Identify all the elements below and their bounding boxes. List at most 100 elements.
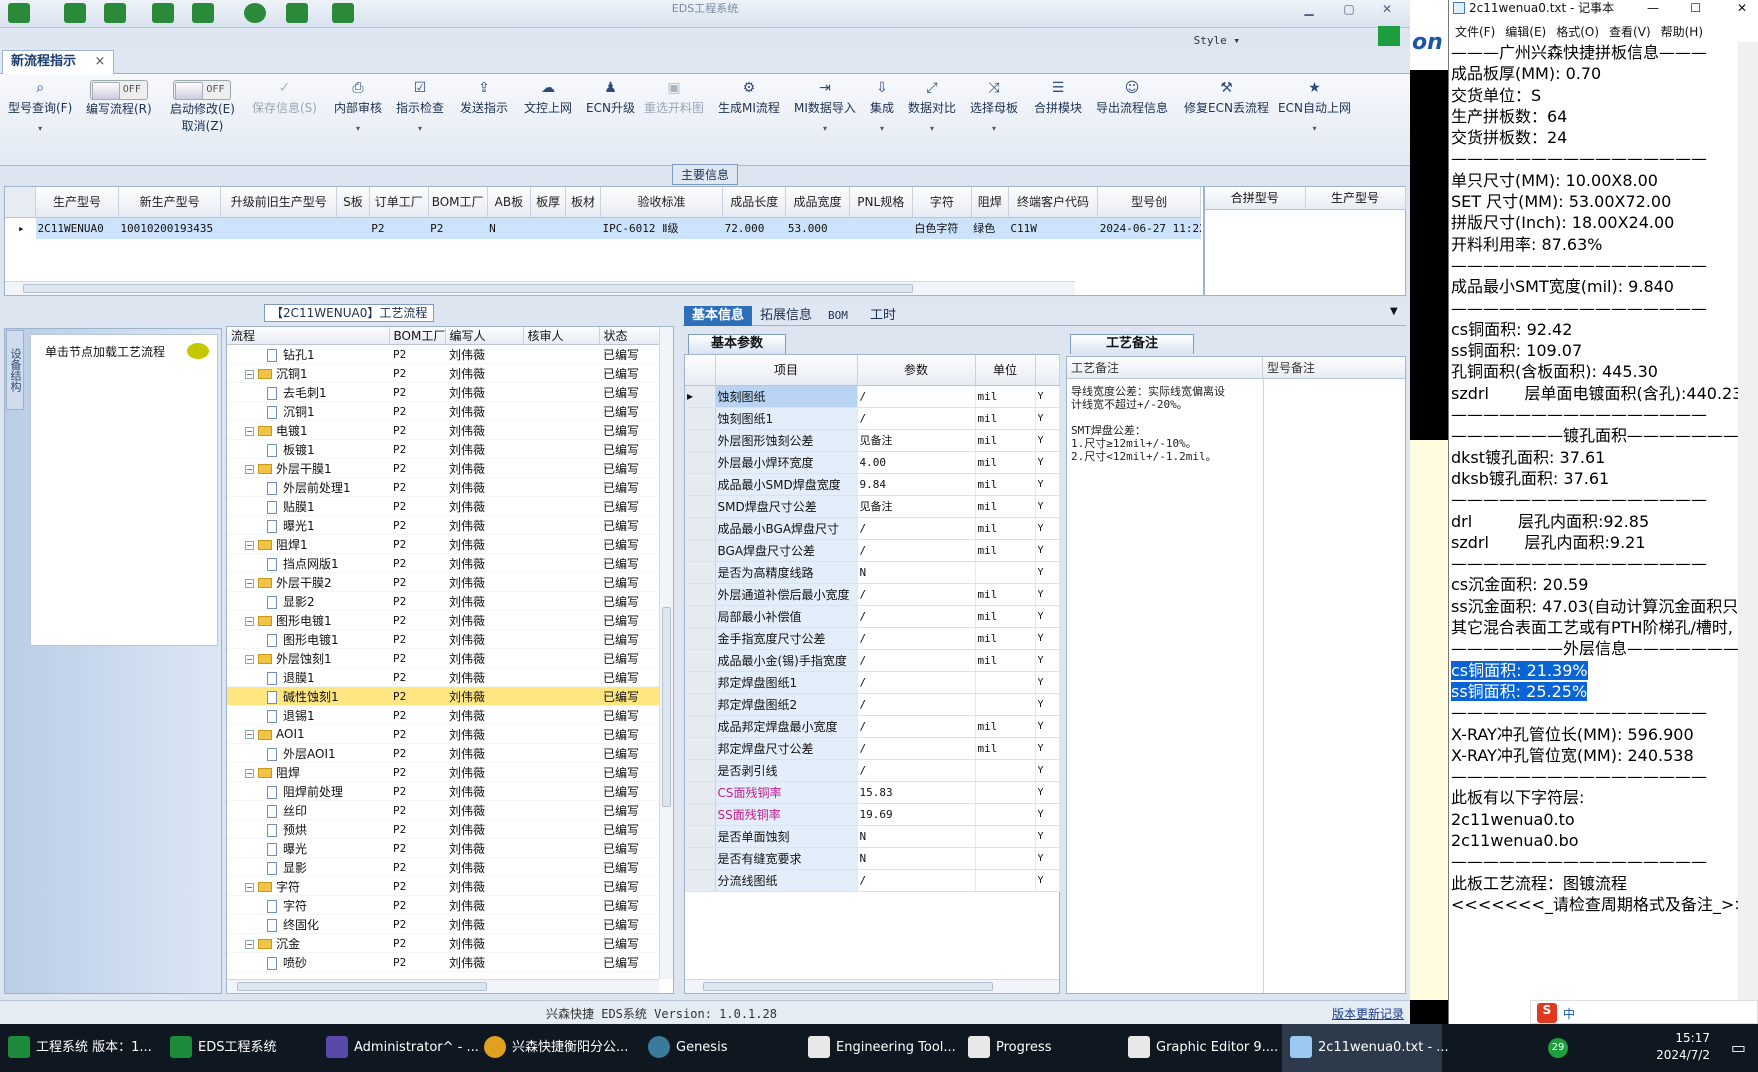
tree-node[interactable]: 去毛刺1 P2 刘伟薇 已编写 — [227, 382, 659, 402]
collapse-icon[interactable]: − — [245, 426, 254, 436]
version-history-link[interactable]: 版本更新记录 — [1332, 1005, 1404, 1022]
tab-basic-info[interactable]: 基本信息 — [684, 306, 753, 326]
param-value[interactable]: N — [857, 561, 976, 584]
param-value[interactable]: N — [857, 847, 976, 870]
param-row[interactable]: 成品邦定焊盘最小宽度 / mil Y — [685, 715, 1060, 738]
taskbar-item-notepad[interactable]: 2c11wenua0.txt - ... — [1282, 1024, 1449, 1072]
column-header[interactable]: 板厚 — [530, 187, 567, 218]
taskbar-item[interactable]: 工程系统 版本：1... — [0, 1024, 160, 1072]
tab-extended-info[interactable]: 拓展信息 — [752, 306, 820, 326]
params-hscroll[interactable] — [685, 979, 1059, 993]
close-button[interactable]: ✕ — [1378, 2, 1396, 16]
write-flow-toggle[interactable]: OFF 编写流程(R) — [86, 80, 152, 117]
param-value[interactable]: / — [857, 759, 976, 782]
ime-toolbar[interactable]: S 中 — [1530, 1000, 1758, 1024]
load-flow-box[interactable]: 单击节点加载工艺流程 — [30, 334, 218, 646]
param-value[interactable]: / — [857, 583, 976, 606]
column-header[interactable]: 成品宽度 — [785, 187, 850, 218]
taskbar-item[interactable]: Progress — [960, 1024, 1120, 1072]
param-row[interactable]: 外层图形蚀刻公差 见备注 mil Y — [685, 429, 1060, 452]
tree-node[interactable]: 曝光1 P2 刘伟薇 已编写 — [227, 515, 659, 535]
tree-node[interactable]: 丝印 P2 刘伟薇 已编写 — [227, 800, 659, 820]
param-value[interactable]: / — [857, 627, 976, 650]
param-row[interactable]: BGA焊盘尺寸公差 / mil Y — [685, 539, 1060, 562]
start-modify-toggle[interactable]: OFF 启动修改(E) 取消(Z) — [170, 80, 235, 134]
merge-module-button[interactable]: ☰ 合拼模块 — [1034, 80, 1082, 116]
column-header[interactable]: 状态 — [599, 327, 660, 345]
notepad-text-area[interactable]: ———广州兴森快捷拼板信息——— 成品板厚(MM): 0.70 交货单位：S 生产拼板… — [1449, 42, 1739, 1018]
maximize-button[interactable]: ☐ — [1690, 0, 1701, 16]
notepad-vscroll[interactable] — [1738, 42, 1758, 1002]
internal-review-button[interactable]: ⎙ 内部审核 ▾ — [334, 80, 382, 133]
column-header[interactable]: 流程 — [227, 327, 390, 345]
ime-mode[interactable]: 中 — [1563, 1005, 1575, 1022]
menu-view[interactable]: 查看(V) — [1609, 25, 1651, 39]
clock[interactable]: 15:17 2024/7/2 — [1656, 1030, 1710, 1064]
close-button[interactable]: ✕ — [1737, 0, 1747, 16]
collapse-icon[interactable]: − — [245, 730, 254, 739]
tree-node[interactable]: 图形电镀1 P2 刘伟薇 已编写 — [227, 629, 659, 649]
param-header[interactable]: 单位 — [975, 355, 1036, 386]
param-value[interactable]: / — [857, 605, 976, 628]
tree-node[interactable]: 字符 P2 刘伟薇 已编写 — [227, 895, 659, 915]
param-row[interactable]: 金手指宽度尺寸公差 / mil Y — [685, 627, 1060, 650]
param-header[interactable]: 参数 — [857, 355, 976, 386]
column-header[interactable]: 新生产型号 — [118, 187, 222, 218]
upload-button[interactable]: ☁ 文控上网 — [524, 80, 572, 116]
param-value[interactable]: / — [857, 539, 976, 562]
check-button[interactable]: ☑ 指示检查 ▾ — [396, 80, 444, 133]
tree-node[interactable]: 外层AOI1 P2 刘伟薇 已编写 — [227, 743, 659, 763]
collapse-icon[interactable]: − — [245, 768, 254, 778]
param-value[interactable]: / — [857, 517, 976, 540]
param-header[interactable]: 项目 — [715, 355, 858, 386]
tree-node[interactable]: − 外层干膜1 P2 刘伟薇 已编写 — [227, 458, 659, 478]
repair-ecn-button[interactable]: ⚒ 修复ECN丢流程 — [1184, 80, 1269, 116]
notification-badge[interactable]: 29 — [1548, 1038, 1568, 1058]
tree-node[interactable]: − AOI1 P2 刘伟薇 已编写 — [227, 724, 659, 744]
tree-node[interactable]: − 沉铜1 P2 刘伟薇 已编写 — [227, 363, 659, 383]
column-header[interactable]: BOM工厂 — [428, 187, 488, 218]
param-value[interactable]: / — [857, 737, 976, 760]
side-tab[interactable]: 设备结构 — [6, 330, 24, 410]
param-value[interactable]: / — [857, 715, 976, 738]
param-row[interactable]: 成品最小SMD焊盘宽度 9.84 mil Y — [685, 473, 1060, 496]
reopen-button[interactable]: ▣ 重选开料图 — [644, 80, 704, 116]
column-header[interactable]: 板材 — [565, 187, 601, 218]
merge-header[interactable]: 生产型号 — [1305, 187, 1406, 210]
ecn-auto-button[interactable]: ★ ECN自动上网 ▾ — [1278, 80, 1351, 133]
collapse-icon[interactable]: − — [245, 654, 254, 664]
collapse-icon[interactable]: − — [245, 464, 254, 474]
import-mi-button[interactable]: ⇥ MI数据导入 ▾ — [794, 80, 856, 133]
type-query-button[interactable]: ⌕ 型号查询(F) ▾ — [8, 80, 72, 133]
param-value[interactable]: / — [857, 649, 976, 672]
param-row[interactable]: CS面残铜率 15.83 Y — [685, 781, 1060, 804]
taskbar-item[interactable]: 兴森快捷衡阳分公... — [476, 1024, 636, 1072]
param-row[interactable]: 外层最小焊环宽度 4.00 mil Y — [685, 451, 1060, 474]
tab-hours[interactable]: 工时 — [862, 306, 904, 326]
notifications-icon[interactable]: ▭ — [1731, 1038, 1746, 1057]
param-value[interactable]: 9.84 — [857, 473, 976, 496]
tree-node[interactable]: − 字符 P2 刘伟薇 已编写 — [227, 876, 659, 896]
param-row[interactable]: 外层通道补偿后最小宽度 / mil Y — [685, 583, 1060, 606]
collapse-icon[interactable]: − — [245, 578, 254, 588]
tree-node[interactable]: − 沉金 P2 刘伟薇 已编写 — [227, 933, 659, 953]
tree-node[interactable]: 显影 P2 刘伟薇 已编写 — [227, 857, 659, 877]
param-row[interactable]: 蚀刻图纸1/mil Y — [685, 407, 1060, 430]
column-header[interactable]: 阻焊 — [971, 187, 1009, 218]
tab-new-flow[interactable]: 新流程指示 × — [2, 50, 115, 74]
save-button[interactable]: ✓ 保存信息(S) — [252, 80, 317, 116]
param-row[interactable]: 是否剥引线 / Y — [685, 759, 1060, 782]
select-mother-button[interactable]: ⤨ 选择母板 ▾ — [970, 80, 1018, 133]
param-row[interactable]: 成品最小金(锡)手指宽度 / mil Y — [685, 649, 1060, 672]
param-row[interactable]: 邦定焊盘图纸2/ Y — [685, 693, 1060, 716]
param-row[interactable]: 是否为高精度线路 N Y — [685, 561, 1060, 584]
param-row[interactable]: SMD焊盘尺寸公差 见备注 mil Y — [685, 495, 1060, 518]
table-row[interactable]: ▸ 2C11WENUA0 10010200193435 P2 P2 N IPC-6012 Ⅱ… — [5, 217, 1201, 239]
menu-file[interactable]: 文件(F) — [1455, 25, 1495, 39]
tree-node[interactable]: 贴膜1 P2 刘伟薇 已编写 — [227, 496, 659, 516]
tab-close-icon[interactable]: × — [95, 54, 106, 69]
tree-vscroll[interactable] — [659, 327, 673, 979]
param-row[interactable]: 邦定焊盘尺寸公差 / mil Y — [685, 737, 1060, 760]
collapse-icon[interactable]: − — [245, 369, 254, 379]
param-value[interactable]: / — [857, 693, 976, 716]
